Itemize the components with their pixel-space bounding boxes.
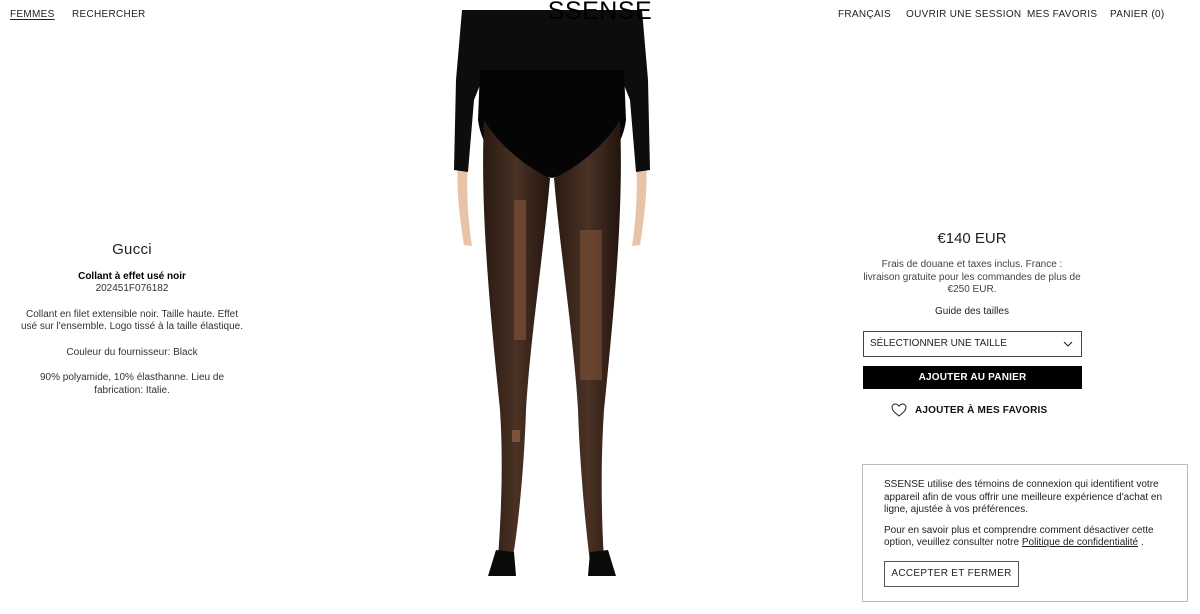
product-composition: 90% polyamide, 10% élasthanne. Lieu de f… bbox=[39, 372, 225, 396]
privacy-policy-link[interactable]: Politique de confidentialité bbox=[1022, 537, 1138, 548]
size-guide-link[interactable]: Guide des tailles bbox=[862, 306, 1082, 317]
nav-login[interactable]: OUVRIR UNE SESSION bbox=[906, 9, 1021, 20]
size-select-label: SÉLECTIONNER UNE TAILLE bbox=[870, 338, 1007, 349]
cookie-more-info: Pour en savoir plus et comprendre commen… bbox=[884, 524, 1154, 549]
shipping-note: Frais de douane et taxes inclus. France … bbox=[863, 259, 1081, 295]
nav-wishlist[interactable]: MES FAVORIS bbox=[1027, 9, 1097, 20]
nav-language[interactable]: FRANÇAIS bbox=[838, 9, 891, 20]
cookie-banner: SSENSE utilise des témoins de connexion … bbox=[862, 464, 1188, 602]
product-brand[interactable]: Gucci bbox=[20, 242, 244, 256]
heart-icon bbox=[891, 403, 907, 417]
product-image bbox=[454, 10, 650, 576]
chevron-down-icon bbox=[1063, 341, 1073, 347]
product-description: Collant en filet extensible noir. Taille… bbox=[20, 308, 244, 333]
add-to-cart-button[interactable]: AJOUTER AU PANIER bbox=[863, 366, 1082, 389]
purchase-panel: €140 EUR Frais de douane et taxes inclus… bbox=[862, 230, 1082, 317]
accept-cookies-button[interactable]: ACCEPTER ET FERMER bbox=[884, 561, 1019, 587]
supplier-color: Couleur du fournisseur: Black bbox=[66, 346, 198, 358]
product-name: Collant à effet usé noir bbox=[78, 270, 186, 282]
add-to-wishlist-button[interactable]: AJOUTER À MES FAVORIS bbox=[891, 402, 1047, 418]
nav-search[interactable]: RECHERCHER bbox=[72, 9, 146, 20]
add-to-wishlist-label: AJOUTER À MES FAVORIS bbox=[915, 404, 1048, 416]
nav-cart[interactable]: PANIER (0) bbox=[1110, 9, 1165, 20]
product-price: €140 EUR bbox=[937, 230, 1007, 247]
product-sku: 202451F076182 bbox=[95, 283, 169, 294]
product-details: Gucci Collant à effet usé noir 202451F07… bbox=[20, 242, 244, 397]
size-select[interactable]: SÉLECTIONNER UNE TAILLE bbox=[863, 331, 1082, 357]
nav-women[interactable]: FEMMES bbox=[10, 9, 55, 20]
cookie-text: SSENSE utilise des témoins de connexion … bbox=[884, 479, 1163, 515]
